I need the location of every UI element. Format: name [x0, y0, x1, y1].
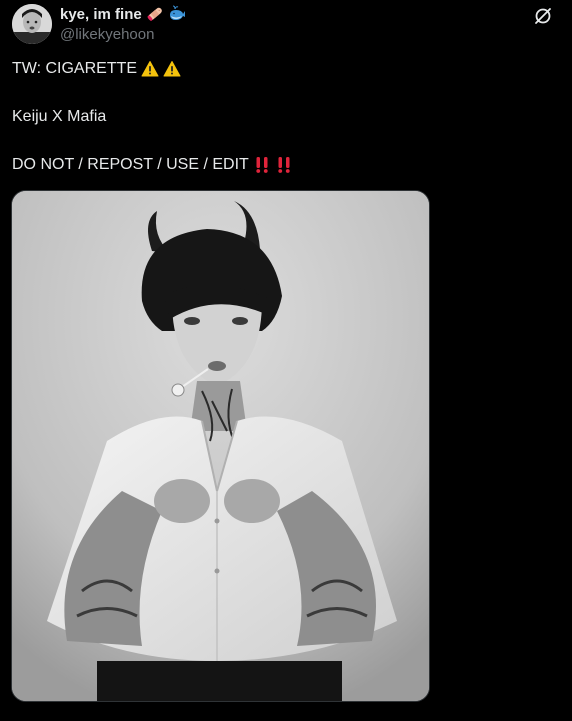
- user-handle[interactable]: @likekyehoon: [60, 26, 154, 43]
- double-exclamation-icon: [253, 156, 271, 174]
- avatar-image: [12, 4, 52, 44]
- warning-icon: [163, 60, 181, 78]
- user-name-row[interactable]: kye, im fine: [60, 5, 186, 23]
- tweet-text-line-2: Keiju X Mafia: [12, 108, 106, 126]
- bandage-icon: [146, 5, 164, 23]
- whale-icon: [168, 5, 186, 23]
- tweet-text-line-1: TW: CIGARETTE: [12, 60, 181, 78]
- tweet-line-2-text: Keiju X Mafia: [12, 108, 107, 125]
- tweet-text-line-3: DO NOT / REPOST / USE / EDIT: [12, 156, 293, 174]
- double-exclamation-icon: [275, 156, 293, 174]
- avatar[interactable]: [12, 4, 52, 44]
- display-name[interactable]: kye, im fine: [60, 6, 142, 23]
- photo-image: [12, 191, 429, 701]
- tweet-card: kye, im fine @likekyehoon TW: CIGARETTE …: [0, 0, 572, 721]
- tweet-photo[interactable]: [11, 190, 430, 702]
- warning-icon: [141, 60, 159, 78]
- tweet-line-1-text: TW: CIGARETTE: [12, 60, 138, 77]
- grok-icon[interactable]: [533, 6, 553, 26]
- tweet-line-3-text: DO NOT / REPOST / USE / EDIT: [12, 156, 249, 173]
